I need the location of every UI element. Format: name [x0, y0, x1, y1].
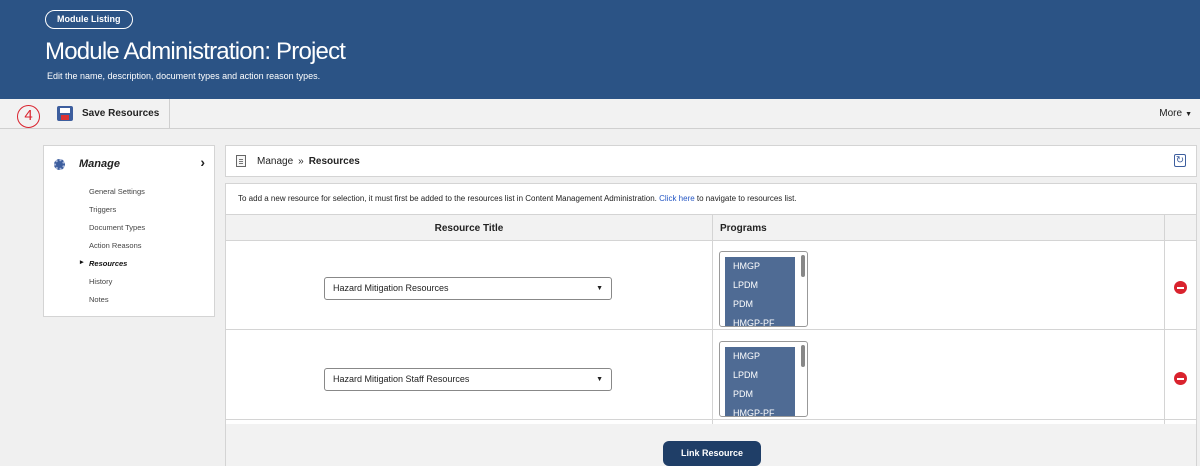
manage-sidebar: Manage › General Settings Triggers Docum…: [43, 145, 215, 317]
sidebar-item-document-types[interactable]: Document Types: [89, 223, 145, 241]
resources-panel: To add a new resource for selection, it …: [225, 183, 1197, 466]
callout-4: 4: [17, 105, 40, 128]
listbox-scrollbar[interactable]: [801, 345, 805, 367]
chevron-right-icon[interactable]: ›: [200, 154, 205, 170]
resource-select-value: Hazard Mitigation Resources: [333, 283, 449, 293]
info-text-after: to navigate to resources list.: [694, 194, 797, 203]
program-option[interactable]: LPDM: [725, 276, 795, 295]
more-label: More: [1159, 108, 1183, 119]
program-option[interactable]: HMGP-PF: [725, 314, 795, 326]
programs-selected: HMGP LPDM PDM HMGP-PF: [725, 347, 795, 416]
remove-row-icon[interactable]: [1174, 281, 1187, 294]
document-icon: [236, 155, 246, 167]
sidebar-list: General Settings Triggers Document Types…: [80, 187, 145, 313]
sidebar-item-notes[interactable]: Notes: [89, 295, 145, 313]
page-title: Module Administration: Project: [45, 38, 346, 65]
page-subtitle: Edit the name, description, document typ…: [47, 71, 321, 81]
resource-select[interactable]: Hazard Mitigation Staff Resources ▼: [324, 368, 612, 391]
info-text-before: To add a new resource for selection, it …: [238, 194, 660, 203]
column-header-programs: Programs: [720, 223, 767, 234]
table-header: Resource Title Programs: [226, 214, 1196, 241]
column-header-resource-title: Resource Title: [434, 223, 504, 234]
table-footer: Link Resource: [226, 424, 1196, 466]
sidebar-heading-label: Manage: [79, 158, 120, 170]
programs-selected: HMGP LPDM PDM HMGP-PF: [725, 257, 795, 326]
save-resources-label: Save Resources: [82, 108, 160, 119]
module-listing-button[interactable]: Module Listing: [45, 10, 133, 29]
program-option[interactable]: HMGP: [725, 257, 795, 276]
sidebar-heading[interactable]: Manage: [54, 158, 120, 170]
programs-listbox[interactable]: HMGP LPDM PDM HMGP-PF: [719, 341, 808, 417]
chevron-down-icon: ▼: [596, 285, 603, 292]
sidebar-item-triggers[interactable]: Triggers: [89, 205, 145, 223]
refresh-icon[interactable]: ↻: [1174, 154, 1186, 167]
floppy-disk-icon: [57, 106, 73, 121]
program-option[interactable]: LPDM: [725, 366, 795, 385]
resource-select[interactable]: Hazard Mitigation Resources ▼: [324, 277, 612, 300]
click-here-link[interactable]: Click here: [659, 194, 695, 203]
gear-icon: [54, 158, 65, 170]
program-option[interactable]: HMGP-PF: [725, 404, 795, 416]
breadcrumb-separator: »: [298, 155, 304, 167]
sidebar-item-resources[interactable]: Resources: [80, 258, 145, 277]
sidebar-item-history[interactable]: History: [89, 277, 145, 295]
link-resource-button[interactable]: Link Resource: [663, 441, 761, 466]
programs-listbox[interactable]: HMGP LPDM PDM HMGP-PF: [719, 251, 808, 327]
chevron-down-icon: ▼: [596, 376, 603, 383]
sidebar-item-action-reasons[interactable]: Action Reasons: [89, 241, 145, 259]
resource-select-value: Hazard Mitigation Staff Resources: [333, 374, 470, 384]
table-row: Hazard Mitigation Resources ▼ HMGP LPDM …: [226, 241, 1196, 330]
sidebar-item-general-settings[interactable]: General Settings: [89, 187, 145, 205]
more-menu-button[interactable]: More ▼: [1159, 108, 1192, 119]
listbox-scrollbar[interactable]: [801, 255, 805, 277]
breadcrumb: Manage » Resources ↻: [225, 145, 1197, 177]
table-row: Hazard Mitigation Staff Resources ▼ HMGP…: [226, 331, 1196, 420]
info-message: To add a new resource for selection, it …: [238, 194, 797, 203]
program-option[interactable]: PDM: [725, 295, 795, 314]
breadcrumb-manage[interactable]: Manage: [257, 156, 293, 167]
remove-row-icon[interactable]: [1174, 372, 1187, 385]
breadcrumb-current: Resources: [308, 155, 360, 167]
save-resources-button[interactable]: Save Resources: [53, 99, 171, 128]
program-option[interactable]: PDM: [725, 385, 795, 404]
program-option[interactable]: HMGP: [725, 347, 795, 366]
toolbar: Save Resources More ▼: [0, 99, 1200, 129]
caret-down-icon: ▼: [1185, 111, 1192, 118]
page-header: Module Listing Module Administration: Pr…: [0, 0, 1200, 99]
